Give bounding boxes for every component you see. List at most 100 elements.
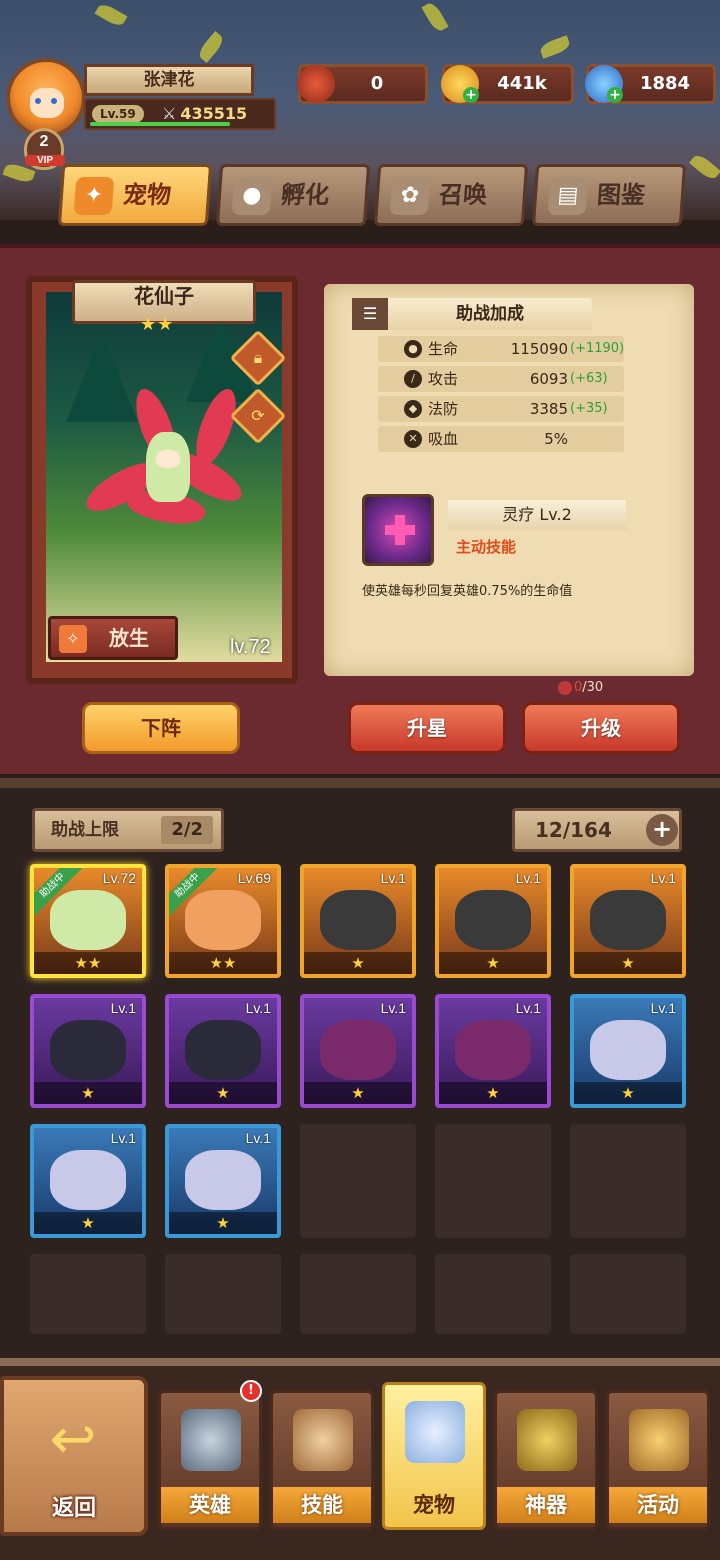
armored-boar-portrait [185, 1020, 261, 1080]
nav-skill[interactable]: 技能 [270, 1390, 374, 1530]
paw-icon: ✿ [389, 177, 431, 215]
gold-counter[interactable]: + 441k [441, 64, 574, 104]
bonus-title-label: 助战加成 [456, 304, 524, 324]
egg-icon: ● [231, 177, 273, 215]
star-up-button[interactable]: 升星 [348, 702, 506, 754]
fox-creature-portrait [185, 890, 261, 950]
pet-card[interactable]: Lv.1 ★ [165, 994, 281, 1108]
armored-boar-portrait [50, 1020, 126, 1080]
add-capacity-button[interactable]: + [646, 814, 678, 846]
tab-summon[interactable]: ✿ 召唤 [373, 164, 529, 226]
stat-bonus: (+35) [570, 401, 608, 416]
tab-hatch[interactable]: ● 孵化 [215, 164, 371, 226]
pet-card-stars: ★ [169, 1082, 277, 1104]
add-gold-icon[interactable]: + [463, 87, 479, 103]
pet-card[interactable]: Lv.1 ★ [165, 1124, 281, 1238]
winged-emblem-icon [405, 1401, 465, 1463]
notification-badge: ! [240, 1380, 262, 1402]
pet-card-stars: ★ [169, 1212, 277, 1234]
pet-card[interactable]: Lv.1 ★ [435, 994, 551, 1108]
tab-codex[interactable]: ▤ 图鉴 [531, 164, 687, 226]
nav-pet[interactable]: 宠物 [382, 1382, 486, 1530]
book-icon: ▤ [547, 177, 589, 215]
horn-icon [629, 1409, 689, 1471]
cost-need: /30 [582, 680, 604, 695]
nav-event[interactable]: 活动 [606, 1390, 710, 1530]
pet-card[interactable]: Lv.1 ★ [30, 994, 146, 1108]
pet-card-level: Lv.1 [515, 870, 541, 886]
pet-card[interactable]: Lv.1 ★ [570, 864, 686, 978]
stat-row: / 攻击 6093 (+63) [378, 366, 624, 392]
stat-label: 攻击 [428, 370, 459, 388]
diamond-value: 1884 [639, 73, 691, 94]
swap-icon: ⟳ [251, 406, 265, 425]
flower-fairy-portrait [50, 890, 126, 950]
avatar[interactable] [6, 58, 86, 138]
add-diamond-icon[interactable]: + [607, 87, 623, 103]
healing-skill-icon[interactable] [362, 494, 434, 566]
vip-label: VIP [25, 155, 65, 166]
red-gem-value: 0 [370, 73, 384, 94]
stat-row: ● 生命 115090 (+1190) [378, 336, 624, 362]
assist-limit-label: 助战上限 [51, 820, 119, 840]
gold-value: 441k [497, 73, 547, 94]
pet-card-stars: ★★ [34, 952, 142, 974]
xp-bar [90, 122, 230, 126]
tab-hatch-label: 孵化 [280, 181, 330, 209]
level-bar: Lv.59 ⚔ 435515 [84, 98, 276, 130]
diamond-counter[interactable]: + 1884 [585, 64, 716, 104]
fox-icon: ✦ [73, 177, 115, 215]
stat-value: 5% [544, 430, 568, 448]
pet-card-stars: ★ [34, 1212, 142, 1234]
rooster-portrait [320, 1020, 396, 1080]
tab-pet[interactable]: ✦ 宠物 [57, 164, 213, 226]
level-up-button[interactable]: 升级 [522, 702, 680, 754]
stat-bonus: (+63) [570, 371, 608, 386]
back-button[interactable]: ↩ 返回 [0, 1376, 148, 1536]
release-button[interactable]: ✧ 放生 [48, 616, 178, 660]
back-arrow-icon: ↩ [49, 1407, 97, 1472]
stats-list: ● 生命 115090 (+1190) / 攻击 6093 (+63) ◆ 法防… [378, 332, 624, 458]
wolf-portrait [185, 1150, 261, 1210]
release-icon: ✧ [59, 625, 87, 653]
pet-stars: ★★ [140, 314, 175, 335]
pet-card[interactable]: Lv.1 ★ [435, 864, 551, 978]
tab-summon-label: 召唤 [438, 181, 488, 209]
pet-card[interactable]: Lv.1 ★ [30, 1124, 146, 1238]
lock-icon: 🔒︎ [253, 348, 263, 367]
power-value: 435515 [180, 104, 248, 123]
knight-helmet-icon [181, 1409, 241, 1471]
bonus-title: ☰ 助战加成 [352, 298, 592, 330]
stat-value: 3385 [529, 400, 568, 418]
back-label: 返回 [51, 1496, 96, 1521]
tab-pet-label: 宠物 [122, 181, 172, 209]
pet-card-stars: ★ [34, 1082, 142, 1104]
swords-icon: ✕ [404, 430, 422, 448]
list-icon: ☰ [352, 298, 388, 330]
red-gem-icon [297, 65, 335, 103]
pet-card-level: Lv.1 [650, 1000, 676, 1016]
skill-name: 灵疗 Lv.2 [448, 500, 626, 530]
rooster-portrait [455, 1020, 531, 1080]
wolf-portrait [50, 1150, 126, 1210]
fire-beast-portrait [320, 890, 396, 950]
leaf-decoration [689, 151, 720, 183]
pet-card-level: Lv.69 [237, 870, 271, 886]
nav-artifact[interactable]: 神器 [494, 1390, 598, 1530]
pet-card[interactable]: Lv.1 ★ [300, 864, 416, 978]
pet-card-stars: ★ [574, 1082, 682, 1104]
pet-card[interactable]: Lv.1 ★ [300, 994, 416, 1108]
pet-card[interactable]: Lv.1 ★ [570, 994, 686, 1108]
empty-slot [570, 1124, 686, 1238]
player-card[interactable]: 2 VIP 张津花 Lv.59 ⚔ 435515 [6, 58, 276, 170]
unassign-button[interactable]: 下阵 [82, 702, 240, 754]
red-gem-counter[interactable]: 0 [297, 64, 428, 104]
nav-hero[interactable]: 英雄 [158, 1390, 262, 1530]
empty-slot [435, 1254, 551, 1334]
nav-pet-label: 宠物 [413, 1493, 455, 1517]
stat-value: 115090 [510, 340, 568, 358]
tab-codex-label: 图鉴 [596, 181, 646, 209]
pet-card[interactable]: 助战中 Lv.72 ★★ [30, 864, 146, 978]
pet-card[interactable]: 助战中 Lv.69 ★★ [165, 864, 281, 978]
vip-level: 2 [39, 133, 49, 150]
